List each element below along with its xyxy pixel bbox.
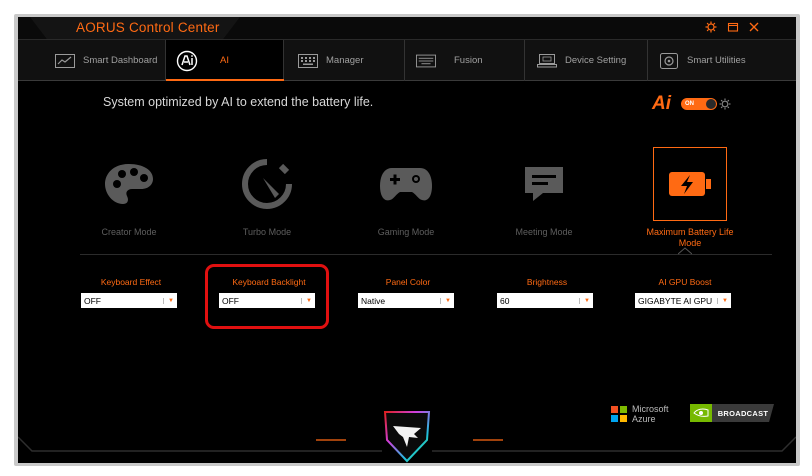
ai-toggle-label: ON: [685, 101, 694, 107]
app-title: AORUS Control Center: [76, 20, 220, 35]
utilities-icon: [659, 52, 679, 69]
microsoft-text: Microsoft: [632, 404, 669, 414]
mode-label: Gaming Mode: [377, 227, 435, 237]
microsoft-azure-logo: Microsoft Azure: [611, 404, 669, 424]
setting-keyboard-effect: Keyboard Effect OFF ▼: [81, 277, 181, 308]
aorus-eagle-emblem-icon: [383, 411, 431, 463]
dropdown-arrow-icon: ▼: [717, 297, 728, 304]
active-mode-pointer: [678, 247, 692, 255]
select-value: OFF: [84, 295, 101, 306]
app-window: AORUS Control Center Smart Dashboard AI: [18, 17, 796, 463]
annotation-highlight-box: [205, 264, 329, 329]
setting-label: Brightness: [526, 277, 568, 287]
tab-device-setting[interactable]: Device Setting: [525, 40, 648, 81]
tab-label: Smart Utilities: [687, 55, 746, 66]
mode-turbo[interactable]: Turbo Mode: [220, 147, 314, 251]
close-icon[interactable]: [747, 20, 761, 34]
toggle-knob: [706, 99, 716, 109]
panel-color-select[interactable]: Native ▼: [358, 293, 454, 308]
tab-label: Device Setting: [565, 55, 627, 66]
mode-label: Turbo Mode: [242, 227, 292, 237]
select-value: 60: [500, 295, 510, 306]
dropdown-arrow-icon: ▼: [440, 297, 451, 304]
ai-settings-gear-icon[interactable]: [719, 97, 731, 110]
tab-label: Fusion: [454, 55, 483, 66]
battery-charging-icon: [653, 147, 727, 221]
settings-gear-icon[interactable]: [704, 20, 718, 34]
ai-toggle-switch[interactable]: ON: [681, 98, 717, 110]
ai-logo: Ai: [652, 93, 671, 114]
tab-label: Manager: [326, 55, 364, 66]
mode-label: Meeting Mode: [515, 227, 573, 237]
tab-manager[interactable]: Manager: [284, 40, 405, 81]
restore-icon[interactable]: [726, 20, 740, 34]
keyboard-fusion-icon: [416, 53, 436, 69]
mode-gaming[interactable]: Gaming Mode: [359, 147, 453, 251]
nvidia-broadcast-logo: BROADCAST: [690, 404, 774, 422]
tab-label: AI: [220, 55, 229, 66]
gamepad-icon: [369, 147, 443, 221]
select-value: Native: [361, 295, 386, 306]
setting-label: AI GPU Boost: [658, 277, 712, 287]
palette-icon: [92, 147, 166, 221]
keyboard-manager-icon: [298, 53, 318, 69]
keyboard-effect-select[interactable]: OFF ▼: [81, 293, 177, 308]
active-tab-indicator: [166, 79, 284, 81]
microsoft-logo-icon: [611, 406, 627, 422]
mode-label: Maximum Battery Life Mode: [646, 227, 734, 248]
speedometer-icon: [230, 147, 304, 221]
chat-bubble-icon: [507, 147, 581, 221]
mode-maximum-battery-life[interactable]: Maximum Battery Life Mode: [643, 147, 737, 251]
brightness-select[interactable]: 60 ▼: [497, 293, 593, 308]
broadcast-text: BROADCAST: [717, 408, 769, 418]
dashboard-icon: [55, 53, 75, 69]
dropdown-arrow-icon: ▼: [579, 297, 590, 304]
tab-ai[interactable]: AI: [166, 40, 284, 81]
mode-label: Creator Mode: [101, 227, 157, 237]
mode-meeting[interactable]: Meeting Mode: [497, 147, 591, 251]
mode-creator[interactable]: Creator Mode: [82, 147, 176, 251]
dropdown-arrow-icon: ▼: [163, 297, 174, 304]
main-tab-bar: Smart Dashboard AI Manager Fusion Device…: [18, 39, 796, 81]
tab-fusion[interactable]: Fusion: [405, 40, 525, 81]
select-value: GIGABYTE AI GPU: [638, 295, 713, 306]
azure-text: Azure: [632, 414, 656, 424]
ai-icon: [176, 50, 198, 72]
nvidia-eye-icon: [690, 404, 712, 422]
ai-gpu-boost-select[interactable]: GIGABYTE AI GPU ▼: [635, 293, 731, 308]
tab-label: Smart Dashboard: [83, 55, 158, 66]
tab-smart-dashboard[interactable]: Smart Dashboard: [44, 40, 166, 81]
tab-smart-utilities[interactable]: Smart Utilities: [648, 40, 796, 81]
laptop-icon: [537, 53, 557, 69]
setting-label: Panel Color: [385, 277, 431, 287]
ai-status-message: System optimized by AI to extend the bat…: [103, 95, 374, 109]
mode-divider: [80, 254, 772, 255]
setting-label: Keyboard Effect: [100, 277, 162, 287]
setting-brightness: Brightness 60 ▼: [497, 277, 597, 308]
title-bar: AORUS Control Center: [18, 17, 796, 39]
setting-ai-gpu-boost: AI GPU Boost GIGABYTE AI GPU ▼: [635, 277, 735, 308]
setting-panel-color: Panel Color Native ▼: [358, 277, 458, 308]
